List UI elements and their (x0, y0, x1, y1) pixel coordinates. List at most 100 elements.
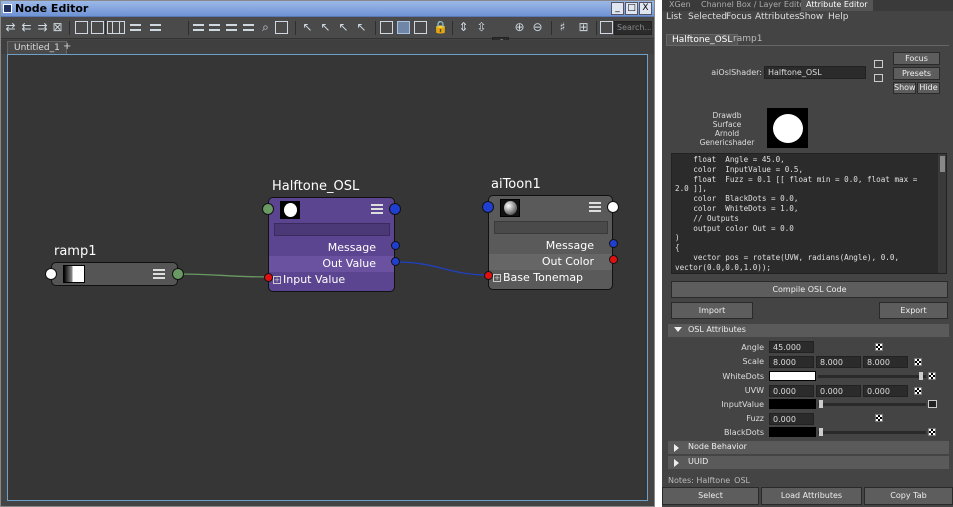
uuid-section[interactable]: UUID (668, 456, 949, 469)
code-scrollbar[interactable] (938, 154, 946, 273)
unpin-all-icon[interactable]: ↖ (355, 21, 368, 34)
ramp-node[interactable] (51, 262, 178, 286)
grid-snap-icon[interactable] (380, 21, 393, 34)
menu-icon[interactable] (371, 204, 383, 214)
aitoon-input-port[interactable] (482, 201, 494, 213)
halftone-inputvalue-port[interactable] (264, 273, 273, 282)
map-button-icon[interactable] (875, 343, 883, 351)
uvw-z-field[interactable]: 0.000 (863, 385, 908, 397)
map-button-icon[interactable] (928, 372, 936, 380)
map-button-icon[interactable] (914, 387, 922, 395)
unpin-icon[interactable]: ↖ (337, 21, 350, 34)
minimize-button[interactable]: _ (611, 2, 624, 15)
map-button-icon[interactable] (875, 414, 883, 422)
uvw-x-field[interactable]: 0.000 (769, 385, 814, 397)
menu-show[interactable]: Show (799, 12, 823, 22)
show-button[interactable]: Show (893, 82, 916, 94)
halftone-output-port[interactable] (389, 203, 401, 215)
thumbnail-icon[interactable] (414, 21, 427, 34)
aitoon-basetonemap-row[interactable]: + Base Tonemap (489, 270, 612, 286)
aitoon-outcolor-row[interactable]: Out Color (489, 254, 612, 270)
grid-icon[interactable]: ⊞ (577, 21, 590, 34)
full-mode-icon[interactable] (225, 21, 238, 34)
tab-attribute-editor[interactable]: Attribute Editor (801, 0, 873, 11)
map-button-icon[interactable] (914, 358, 922, 366)
frame-all-icon[interactable] (112, 21, 125, 34)
search-options-icon[interactable] (600, 21, 613, 34)
aitoon-basetonemap-port[interactable] (484, 271, 493, 280)
uvw-y-field[interactable]: 0.000 (816, 385, 861, 397)
aitoon-output-port[interactable] (607, 201, 619, 213)
blackdots-slider[interactable] (818, 431, 926, 434)
minus-level-icon[interactable]: ⊖ (531, 21, 544, 34)
import-button[interactable]: Import (671, 302, 753, 319)
attribute-filter-icon[interactable] (275, 21, 288, 34)
compile-osl-button[interactable]: Compile OSL Code (671, 281, 948, 298)
simple-mode-icon[interactable] (192, 21, 205, 34)
menu-selected[interactable]: Selected (688, 12, 727, 22)
menu-help[interactable]: Help (828, 12, 849, 22)
graph-upstream-icon[interactable]: ⇇ (20, 21, 33, 34)
pin-icon[interactable]: ↖ (301, 21, 314, 34)
swatch-toggle-icon[interactable] (397, 21, 410, 34)
graph-downstream-icon[interactable]: ⇉ (36, 21, 49, 34)
graph-canvas[interactable]: ramp1 Halftone_OSL Message Out Value + In… (7, 54, 648, 501)
aitoon-message-port[interactable] (609, 239, 618, 248)
maximize-button[interactable]: □ (625, 2, 638, 15)
osl-code-editor[interactable]: float Angle = 45.0, color InputValue = 0… (671, 153, 947, 274)
ramp-output-port[interactable] (172, 268, 184, 280)
focus-button[interactable]: Focus (893, 52, 940, 65)
arrange-icon[interactable] (129, 21, 142, 34)
menu-attributes[interactable]: Attributes (755, 12, 799, 22)
output-connection-icon[interactable] (874, 74, 883, 82)
align-icon[interactable] (149, 21, 162, 34)
menu-icon[interactable] (153, 269, 165, 279)
halftone-message-row[interactable]: Message (269, 240, 394, 256)
pin-all-icon[interactable]: ↖ (319, 21, 332, 34)
add-tab-button[interactable]: + (63, 41, 71, 52)
filter-icon[interactable]: ♯ (556, 21, 569, 34)
input-connection-icon[interactable] (874, 60, 883, 68)
inputvalue-color-swatch[interactable] (769, 399, 816, 409)
tab-xgen[interactable]: XGen (664, 0, 696, 11)
inputvalue-slider-handle[interactable] (819, 400, 823, 408)
menu-list[interactable]: List (666, 12, 682, 22)
select-button[interactable]: Select (662, 487, 759, 505)
whitedots-slider-handle[interactable] (919, 372, 923, 380)
clear-graph-icon[interactable]: ⊠ (51, 21, 64, 34)
halftone-message-port[interactable] (391, 241, 400, 250)
aitoon-node[interactable]: Message Out Color + Base Tonemap (488, 195, 613, 290)
input-connected-icon[interactable] (928, 400, 937, 408)
close-button[interactable]: X (639, 2, 652, 15)
expand-icon[interactable]: ⇕ (457, 21, 470, 34)
lock-icon[interactable]: 🔒 (433, 21, 448, 34)
connection-ramp-to-halftone[interactable] (177, 273, 272, 278)
search-icon[interactable]: ⌕ (259, 21, 272, 34)
halftone-outvalue-row[interactable]: Out Value (269, 256, 394, 272)
blackdots-slider-handle[interactable] (819, 428, 823, 436)
copy-tab-button[interactable]: Copy Tab (864, 487, 953, 505)
whitedots-slider[interactable] (818, 375, 926, 378)
connected-mode-icon[interactable] (208, 21, 221, 34)
halftone-inputvalue-row[interactable]: + Input Value (269, 272, 394, 288)
scale-y-field[interactable]: 8.000 (816, 356, 861, 368)
custom-mode-icon[interactable] (242, 21, 255, 34)
halftone-outvalue-port[interactable] (391, 257, 400, 266)
map-button-icon[interactable] (928, 428, 936, 436)
inputvalue-slider[interactable] (818, 403, 926, 406)
add-selected-icon[interactable] (75, 21, 88, 34)
blackdots-color-swatch[interactable] (769, 427, 816, 437)
osl-attributes-section[interactable]: OSL Attributes (668, 324, 949, 337)
graph-input-output-icon[interactable]: ⇄ (4, 21, 17, 34)
remove-selected-icon[interactable] (91, 21, 104, 34)
halftone-node[interactable]: Message Out Value + Input Value (268, 197, 395, 292)
search-input[interactable]: Search... (614, 21, 652, 35)
hide-button[interactable]: Hide (917, 82, 940, 94)
connection-halftone-to-aitoon[interactable] (395, 261, 489, 276)
menu-focus[interactable]: Focus (726, 12, 752, 22)
halftone-input-port[interactable] (262, 203, 274, 215)
menu-icon[interactable] (589, 202, 601, 212)
export-button[interactable]: Export (879, 302, 948, 319)
ramp-input-port[interactable] (45, 268, 57, 280)
scale-x-field[interactable]: 8.000 (769, 356, 814, 368)
